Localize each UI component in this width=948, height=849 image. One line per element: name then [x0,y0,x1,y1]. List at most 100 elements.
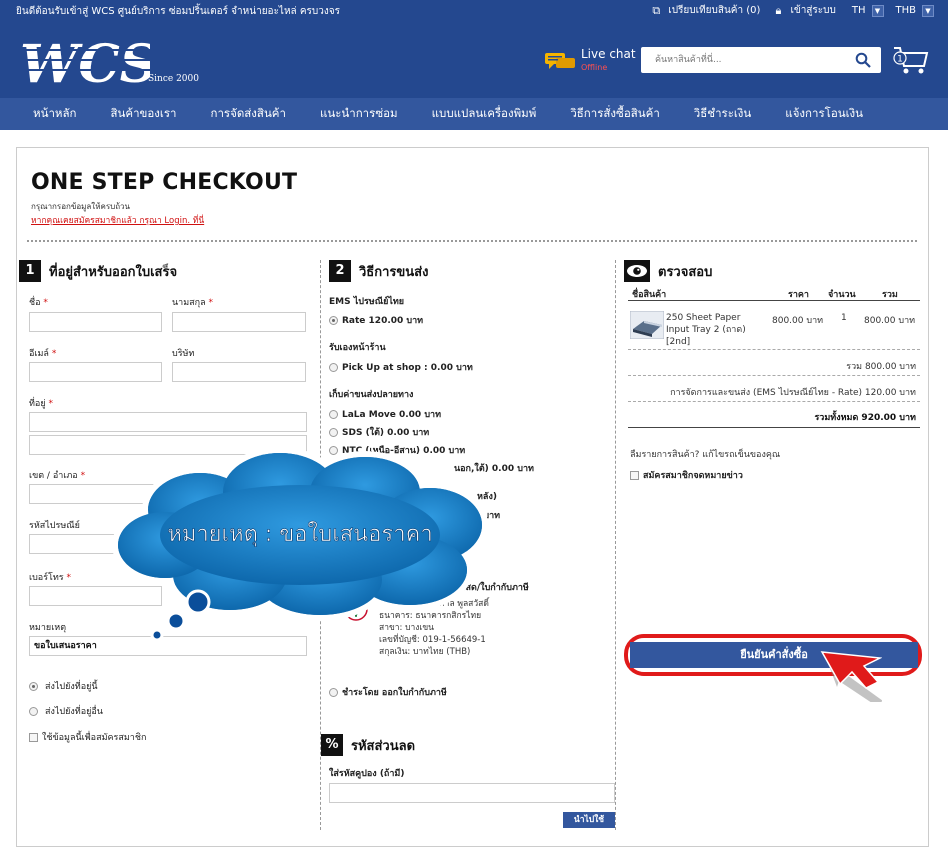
address-label: ที่อยู่ * [29,399,53,409]
ship-same-radio[interactable] [29,682,38,691]
lalamove-option[interactable]: LaLa Move 0.00 บาท [329,407,441,421]
main-nav: หน้าหลัก สินค้าของเรา การจัดส่งสินค้า แน… [0,98,948,130]
ntc-radio[interactable] [329,446,338,455]
language-select[interactable]: TH [852,5,866,16]
logo-text: WCS [20,38,150,86]
bank-name: ธนาคาร: ธนาคารกสิกรไทย [379,611,482,621]
live-chat[interactable]: Live chat Offline [545,48,636,74]
nav-delivery[interactable]: การจัดส่งสินค้า [193,105,302,123]
ship-other-radio[interactable] [29,707,38,716]
review-header-line [628,300,920,301]
item-total: 800.00 บาท [864,316,916,326]
lalamove-radio[interactable] [329,410,338,419]
company-input[interactable] [172,362,306,382]
note-label: หมายเหตุ [29,623,67,633]
shipping-title: วิธีการขนส่ง [359,264,429,280]
coupon-title: รหัสส่วนลด [351,738,416,754]
cart-count: 1 [897,55,903,65]
cart-icon[interactable]: 1 [892,44,930,76]
login-here-link[interactable]: หากคุณเคยสมัครสมาชิกแล้ว กรุณา Login. ที… [31,213,204,227]
address-line1-input[interactable] [29,412,307,432]
ship-same-option[interactable]: ส่งไปยังที่อยู่นี้ [29,679,98,693]
billing-title: ที่อยู่สำหรับออกใบเสร็จ [49,264,178,280]
top-bar: ยินดีต้อนรับเข้าสู่ WCS ศูนย์บริการ ซ่อม… [0,0,948,22]
shipping-step-number: 2 [329,260,351,282]
postcode-input[interactable] [29,534,162,554]
email-input[interactable] [29,362,162,382]
nav-how-to-order[interactable]: วิธีการสั่งซื้อสินค้า [553,105,676,123]
email-label: อีเมล์ * [29,349,57,359]
address-line2-input[interactable] [29,435,307,455]
ems-rate-radio[interactable] [329,316,338,325]
eye-icon [624,260,650,282]
partial-option-2[interactable]: หลัง) [477,489,497,503]
nav-home[interactable]: หน้าหลัก [16,105,94,123]
pay-invoice-radio[interactable] [329,688,338,697]
page-title: ONE STEP CHECKOUT [31,170,298,195]
register-checkbox[interactable] [29,733,38,742]
currency-dropdown-icon[interactable]: ▼ [922,4,934,17]
shipping-fee: การจัดการและขนส่ง (EMS ไปรษณีย์ไทย - Rat… [670,388,916,398]
sds-radio[interactable] [329,428,338,437]
coupon-input[interactable] [329,783,615,803]
wcs-logo[interactable]: WCS [20,38,150,86]
last-name-input[interactable] [172,312,306,332]
product-thumbnail[interactable] [630,311,664,339]
search-box [641,47,881,73]
lock-icon: 🔒︎ [775,3,782,17]
grand-total: รวมทั้งหมด 920.00 บาท [814,413,916,423]
newsletter-checkbox[interactable] [630,471,639,480]
language-dropdown-icon[interactable]: ▼ [871,4,884,17]
nav-products[interactable]: สินค้าของเรา [94,105,194,123]
compare-icon: ⧉ [652,3,661,17]
pickup-option[interactable]: Pick Up at shop : 0.00 บาท [329,360,473,374]
top-bar-right: ⧉ เปรียบเทียบสินค้า (0) 🔒︎ เข้าสู่ระบบ T… [650,3,934,18]
phone-label: เบอร์โทร * [29,573,72,583]
first-name-label: ชื่อ * [29,298,48,308]
kbank-logo-icon [344,597,368,621]
pickup-group-label: รับเองหน้าร้าน [329,343,386,353]
nav-payment[interactable]: วิธีชำระเงิน [677,105,769,123]
phone-input[interactable] [29,586,162,606]
apply-coupon-button[interactable]: นำไปใช้ [563,812,615,828]
search-icon[interactable] [855,52,871,68]
pickup-radio[interactable] [329,363,338,372]
note-input[interactable]: ขอใบเสนอราคา [29,636,307,656]
item-qty: 1 [841,313,847,323]
edit-cart-link[interactable]: ลืมรายการสินค้า? แก้ไขรถเข็นของคุณ [630,447,780,461]
nav-repair-guide[interactable]: แนะนำการซ่อม [303,105,415,123]
nav-payment-notify[interactable]: แจ้งการโอนเงิน [768,105,880,123]
ship-other-option[interactable]: ส่งไปยังที่อยู่อื่น [29,704,103,718]
ntc-option[interactable]: NTC (เหนือ-อีสาน) 0.00 บาท [329,443,465,457]
collect-group-label: เก็บค่าขนส่งปลายทาง [329,390,414,400]
ems-rate-option[interactable]: Rate 120.00 บาท [329,313,423,327]
register-option[interactable]: ใช้ข้อมูลนี้เพื่อสมัครสมาชิก [29,730,146,744]
payment-group-label: งินสด/ใบกำกับภาษี [455,583,529,593]
bank-branch: สาขา: บางเขน [379,623,434,633]
partial-option-3[interactable]: 0 บาท [474,508,500,522]
divider [27,240,917,242]
item-price: 800.00 บาท [772,316,824,326]
account-currency: สกุลเงิน: บาทไทย (THB) [379,647,471,657]
product-name[interactable]: 250 Sheet Paper Input Tray 2 (ถาด) [2nd] [666,312,746,348]
billing-step-number: 1 [19,260,41,282]
first-name-input[interactable] [29,312,162,332]
sds-option[interactable]: SDS (ใต้) 0.00 บาท [329,425,429,439]
search-input[interactable] [641,47,841,73]
login-link[interactable]: เข้าสู่ระบบ [790,3,835,18]
live-chat-label: Live chat [581,47,636,61]
col-product: ชื่อสินค้า [632,290,667,300]
red-arrow-icon [820,651,882,702]
currency-select[interactable]: THB [896,5,917,16]
nav-printer-blueprint[interactable]: แบบแปลนเครื่องพิมพ์ [415,105,554,123]
district-input[interactable] [29,484,162,504]
company-label: บริษัท [172,349,195,359]
other-carrier-option[interactable]: นอก,ใต้) 0.00 บาท [454,461,534,475]
live-chat-status: Offline [581,63,608,72]
compare-link[interactable]: เปรียบเทียบสินค้า (0) [668,3,760,18]
newsletter-option[interactable]: สมัครสมาชิกจดหมายข่าว [630,468,743,482]
account-name: ชื่อบัญชี: นายไพศาล พูลสวัสดิ์ [379,599,489,609]
col-qty: จำนวน [828,290,856,300]
pay-invoice-option[interactable]: ชำระโดย ออกใบกำกับภาษี [329,685,447,699]
shipping-divider [628,401,920,402]
